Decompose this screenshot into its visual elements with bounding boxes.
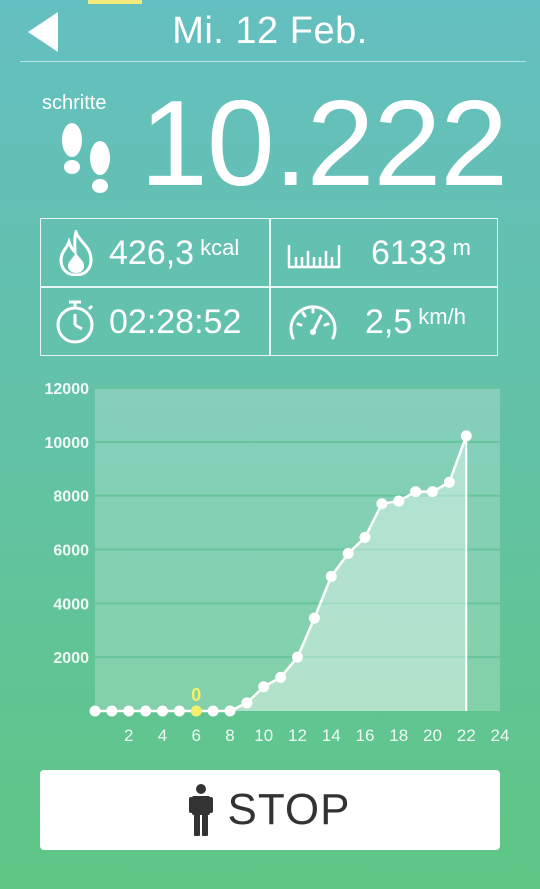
speed-unit: km/h (418, 304, 466, 329)
duration-value: 02:28:52 (109, 302, 242, 341)
x-tick-label: 2 (124, 726, 133, 745)
steps-label: schritte (42, 92, 107, 114)
stopwatch-icon (56, 300, 94, 344)
chart-data-point (275, 671, 287, 683)
chart-data-point (376, 498, 388, 510)
chart-data-point (258, 681, 270, 693)
stop-button-label: STOP (227, 785, 351, 834)
chart-data-point (123, 705, 135, 717)
y-tick-label: 4000 (53, 596, 89, 613)
speed-stat: 2,5 km/h (285, 288, 466, 356)
chart-data-point (292, 651, 303, 663)
calories-value: 426,3 (109, 233, 195, 272)
x-tick-label: 12 (288, 726, 307, 745)
steps-count: 10.222 (140, 75, 508, 211)
chart-data-point (89, 705, 101, 717)
x-tick-label: 10 (254, 726, 273, 745)
flame-icon (59, 230, 93, 276)
chart-data-point (224, 705, 236, 717)
page-title-date: Mi. 12 Feb. (172, 10, 368, 52)
stop-button[interactable]: STOP (40, 770, 500, 850)
chart-data-point (359, 531, 371, 543)
steps-chart-svg: 200040006000800010000120002 4 6 8 10 12 14 16 18… (45, 381, 510, 745)
x-tick-label: 4 (158, 726, 167, 745)
distance-unit: m (452, 235, 471, 260)
speedometer-icon (289, 305, 337, 340)
chart-data-point (427, 486, 438, 498)
x-tick-label: 16 (356, 726, 375, 745)
chart-data-point (325, 570, 337, 582)
ruler-icon (287, 245, 341, 269)
x-tick-label: 14 (322, 726, 341, 745)
calories-unit: kcal (200, 235, 240, 260)
chart-highlight-label: 0 (191, 685, 201, 705)
header-divider (20, 61, 526, 62)
x-tick-label: 20 (423, 726, 442, 745)
header: Mi. 12 Feb. (0, 0, 540, 64)
y-tick-label: 2000 (53, 650, 89, 667)
chart-data-point (190, 705, 202, 717)
y-tick-label: 10000 (45, 435, 90, 452)
x-tick-label: 6 (192, 726, 201, 745)
distance-value: 6133 (371, 233, 447, 272)
chart-data-point (393, 495, 405, 507)
distance-stat: 6133 m (285, 219, 471, 287)
y-tick-label: 8000 (53, 489, 89, 506)
chart-data-point (308, 612, 320, 624)
person-icon (189, 784, 214, 836)
chart-data-point (241, 697, 253, 709)
chart-data-point (342, 548, 354, 560)
chart-data-point (410, 486, 422, 498)
footprints-icon (62, 123, 110, 193)
x-tick-label: 8 (225, 726, 234, 745)
steps-chart: 2000 4000 6000 8000 10000 12000 2 4 6 8 10 12 14 16 18… (0, 370, 540, 750)
chart-data-point (106, 705, 118, 717)
y-tick-label: 12000 (45, 381, 90, 398)
chart-data-point (140, 705, 152, 717)
calories-stat: 426,3 kcal (55, 219, 239, 287)
stats-panel: 426,3 kcal 6133 m 02:28:52 2,5 km/h (40, 218, 498, 356)
x-tick-label: 24 (491, 726, 510, 745)
y-tick-label: 6000 (53, 543, 89, 560)
x-tick-label: 18 (389, 726, 408, 745)
chart-data-point (443, 476, 455, 488)
speed-value: 2,5 (365, 302, 413, 341)
duration-stat: 02:28:52 (53, 288, 241, 356)
chart-data-point (173, 705, 185, 717)
chart-data-point (460, 430, 472, 442)
x-tick-label: 22 (457, 726, 476, 745)
chart-data-point (157, 705, 168, 717)
chart-data-point (207, 705, 219, 717)
